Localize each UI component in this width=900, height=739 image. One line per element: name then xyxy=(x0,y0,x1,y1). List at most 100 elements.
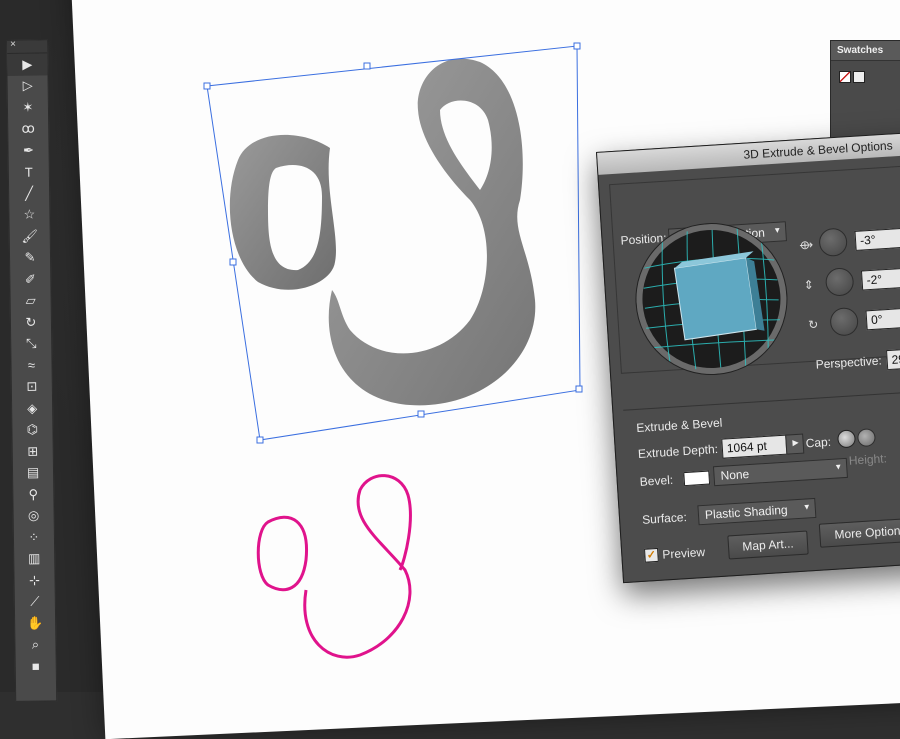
chevron-down-icon: ▼ xyxy=(773,225,782,236)
perspective-field[interactable]: 29° xyxy=(886,347,900,371)
chevron-down-icon: ▼ xyxy=(802,502,811,512)
star-tool-icon: ☆ xyxy=(23,206,36,223)
rotate-tool-icon: ↻ xyxy=(25,314,37,330)
line-tool-icon: ╱ xyxy=(25,185,34,201)
blob-brush-tool-icon: ✐ xyxy=(24,271,36,287)
perspective-grid-tool-icon: ⌬ xyxy=(26,421,39,437)
x-axis-icon: ⟴ xyxy=(798,237,814,253)
cap-label: Cap: xyxy=(805,434,832,451)
surface-value: Plastic Shading xyxy=(704,502,788,522)
direct-selection-tool-icon: ▷ xyxy=(22,77,33,94)
hand-tool[interactable]: ✋ xyxy=(15,612,55,634)
selection-tool[interactable]: ▶ xyxy=(7,53,48,76)
fill-stroke-swatch[interactable]: ■ xyxy=(16,655,56,677)
artboard-tool[interactable]: ⊹ xyxy=(14,569,54,591)
pencil-tool-icon: ✎ xyxy=(24,249,36,266)
extrude-depth-label: Extrude Depth: xyxy=(637,441,719,461)
artboard-tool-icon: ⊹ xyxy=(28,572,41,588)
scale-tool-icon: ⤡ xyxy=(25,335,37,351)
height-label: Height: xyxy=(848,451,888,468)
bevel-label: Bevel: xyxy=(639,472,674,489)
eraser-tool-icon: ▱ xyxy=(25,292,36,309)
swatches-tab[interactable]: Swatches xyxy=(831,41,900,61)
slice-tool-icon: ⟋ xyxy=(30,593,40,609)
checkmark-icon: ✓ xyxy=(646,549,657,562)
lasso-tool[interactable]: ꝏ xyxy=(8,118,48,140)
extruded-3d-object[interactable] xyxy=(229,58,536,406)
mesh-tool[interactable]: ⊞ xyxy=(13,440,53,462)
cap-on-button[interactable] xyxy=(836,429,857,449)
rotate-tool[interactable]: ↻ xyxy=(11,311,51,333)
section-divider xyxy=(623,389,900,411)
bevel-value: None xyxy=(720,467,750,483)
line-tool[interactable]: ╱ xyxy=(9,182,49,204)
z-axis-icon: ↻ xyxy=(807,317,819,332)
hand-tool-icon: ✋ xyxy=(26,615,44,631)
surface-dropdown[interactable]: Plastic Shading ▼ xyxy=(697,497,817,526)
bevel-dropdown[interactable]: None ▼ xyxy=(712,457,848,487)
extrude-depth-stepper[interactable]: ▶ xyxy=(785,433,805,455)
extrude-bevel-dialog: 3D Extrude & Bevel Options Position: Cus… xyxy=(596,131,900,584)
preview-label[interactable]: Preview xyxy=(662,545,705,562)
extrude-depth-field[interactable]: 1064 pt xyxy=(721,434,789,459)
eyedropper-tool-icon: ⚲ xyxy=(28,486,39,502)
source-path[interactable] xyxy=(256,474,412,659)
mesh-tool-icon: ⊞ xyxy=(27,443,39,459)
zoom-tool[interactable]: ⌕ xyxy=(15,634,55,656)
symbol-sprayer-tool-icon: ⁘ xyxy=(28,529,40,545)
blend-tool[interactable]: ◎ xyxy=(13,505,53,527)
free-transform-tool-icon: ⊡ xyxy=(26,378,38,394)
close-icon[interactable]: × xyxy=(10,39,16,50)
registration-swatch[interactable] xyxy=(853,71,865,83)
shape-builder-tool-icon: ◈ xyxy=(27,400,38,416)
gradient-tool[interactable]: ▤ xyxy=(13,462,53,484)
tools-panel-header[interactable]: × xyxy=(7,39,48,54)
none-swatch[interactable] xyxy=(839,71,851,83)
chevron-down-icon: ▼ xyxy=(834,462,843,472)
y-axis-icon: ⇕ xyxy=(803,277,815,293)
magic-wand-tool-icon: ✶ xyxy=(22,99,34,115)
blob-brush-tool[interactable]: ✐ xyxy=(10,268,50,290)
type-tool[interactable]: T xyxy=(9,161,49,183)
slice-tool[interactable]: ⟋ xyxy=(15,591,55,613)
bevel-preview-icon xyxy=(683,470,711,487)
eyedropper-tool[interactable]: ⚲ xyxy=(13,483,53,505)
warp-tool[interactable]: ≈ xyxy=(11,354,51,376)
map-art-button[interactable]: Map Art... xyxy=(727,530,809,560)
pen-tool-icon: ✒ xyxy=(22,142,35,158)
z-rotation-field[interactable]: 0° xyxy=(865,306,900,331)
surface-label: Surface: xyxy=(641,510,688,527)
blend-tool-icon: ◎ xyxy=(27,507,40,523)
extrude-section-title: Extrude & Bevel xyxy=(635,415,723,435)
gradient-tool-icon: ▤ xyxy=(26,464,40,480)
paintbrush-tool-icon: 🖌 xyxy=(21,228,39,244)
x-rotation-field[interactable]: -3° xyxy=(854,226,900,251)
shape-builder-tool[interactable]: ◈ xyxy=(12,397,52,419)
type-tool-icon: T xyxy=(24,164,33,180)
cap-off-button[interactable] xyxy=(856,428,877,448)
selection-tool-icon: ▶ xyxy=(22,56,33,72)
magic-wand-tool[interactable]: ✶ xyxy=(8,96,48,118)
warp-tool-icon: ≈ xyxy=(27,357,36,373)
column-graph-tool-icon: ▥ xyxy=(27,550,41,566)
more-options-button[interactable]: More Options xyxy=(818,517,900,548)
preview-checkbox[interactable]: ✓ xyxy=(644,547,659,563)
pen-tool[interactable]: ✒ xyxy=(8,139,48,161)
pencil-tool[interactable]: ✎ xyxy=(10,247,50,269)
column-graph-tool[interactable]: ▥ xyxy=(14,548,54,570)
star-tool[interactable]: ☆ xyxy=(9,204,49,226)
fill-stroke-swatch-icon: ■ xyxy=(31,658,40,674)
perspective-grid-tool[interactable]: ⌬ xyxy=(12,419,52,441)
y-rotation-field[interactable]: -2° xyxy=(860,266,900,291)
lasso-tool-icon: ꝏ xyxy=(21,120,35,137)
eraser-tool[interactable]: ▱ xyxy=(10,290,50,312)
perspective-label: Perspective: xyxy=(815,353,883,372)
chevron-right-icon: ▶ xyxy=(792,437,799,448)
symbol-sprayer-tool[interactable]: ⁘ xyxy=(14,526,54,548)
zoom-tool-icon: ⌕ xyxy=(31,636,40,652)
free-transform-tool[interactable]: ⊡ xyxy=(12,376,52,398)
scale-tool[interactable]: ⤡ xyxy=(11,333,51,355)
tool-list: ▶ ▷ ✶ ꝏ ✒ T ╱ ☆ 🖌 ✎ ✐ ▱ ↻ ⤡ ≈ ⊡ ◈ ⌬ ⊞ ▤ ⚲ ◎ ⁘ ▥ ⊹ ⟋ ✋ ⌕ ■ xyxy=(7,53,56,677)
paintbrush-tool[interactable]: 🖌 xyxy=(10,225,50,247)
direct-selection-tool[interactable]: ▷ xyxy=(7,75,47,97)
